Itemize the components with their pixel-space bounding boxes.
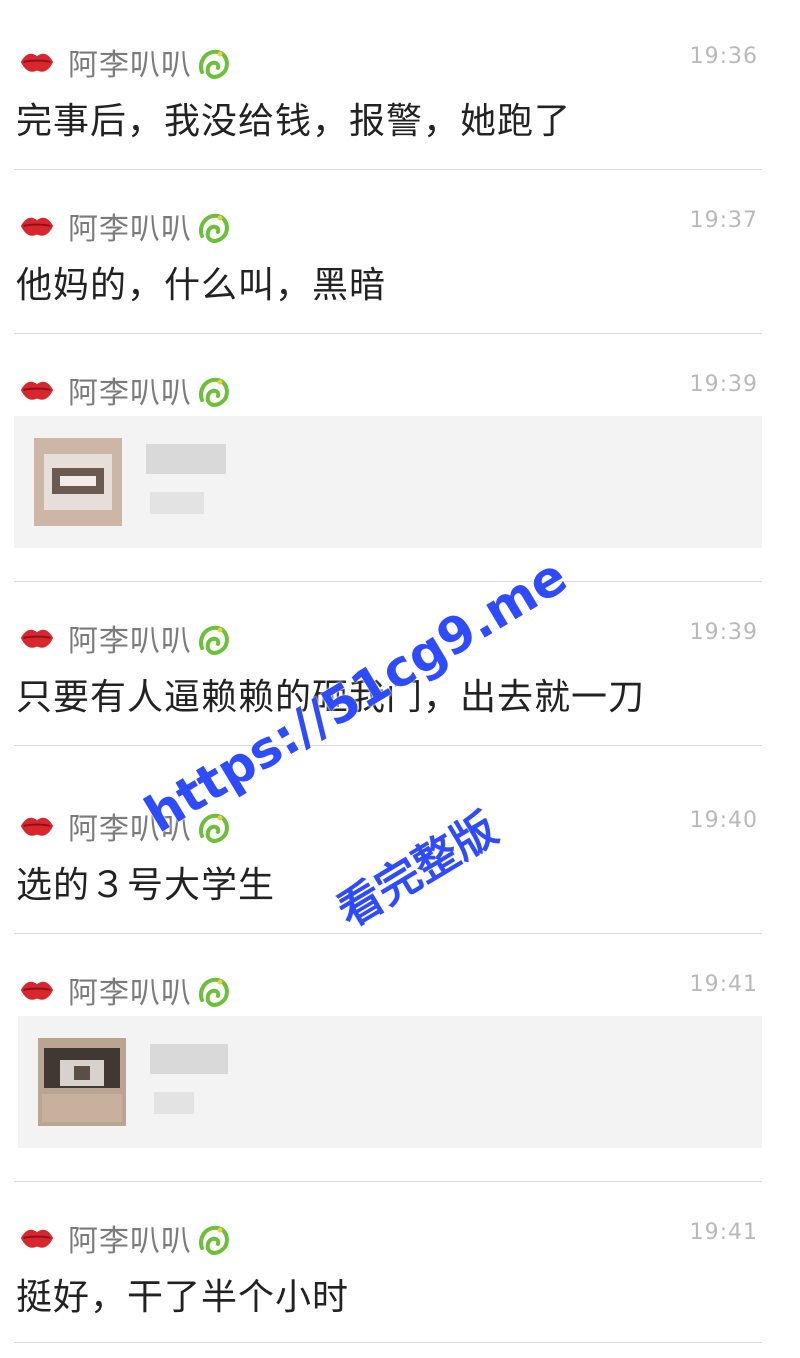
dragon-icon (199, 1225, 229, 1255)
message-time: 19:36 (689, 44, 758, 69)
message-header: 阿李叭叭 (18, 1218, 234, 1259)
card-thumbnail (34, 438, 122, 526)
sender-name: 阿李叭叭 (68, 812, 192, 847)
lips-icon (20, 381, 54, 400)
sender-name: 阿李叭叭 (68, 1224, 192, 1259)
lips-icon (20, 1229, 54, 1248)
sender-name: 阿李叭叭 (68, 48, 192, 83)
dragon-icon (199, 625, 229, 655)
shared-card[interactable] (18, 1016, 762, 1148)
lips-icon (20, 217, 54, 236)
message-item[interactable]: 阿李叭叭 19:39 (0, 334, 800, 582)
message-item[interactable]: 阿李叭叭 19:41 (0, 934, 800, 1182)
message-header: 阿李叭叭 (18, 206, 234, 247)
message-time: 19:39 (689, 620, 758, 645)
sender-name: 阿李叭叭 (68, 976, 192, 1011)
lips-icon (20, 629, 54, 648)
dragon-icon (199, 213, 229, 243)
message-text: 他妈的，什么叫，黑暗 (16, 265, 387, 306)
message-item[interactable]: 阿李叭叭 19:37 他妈的，什么叫，黑暗 (0, 170, 800, 334)
message-time: 19:41 (689, 972, 758, 997)
message-feed: 阿李叭叭 19:36 完事后，我没给钱，报警，她跑了 阿李叭叭 19:37 他妈… (0, 0, 800, 1358)
message-header: 阿李叭叭 (18, 970, 234, 1011)
dragon-icon (199, 377, 229, 407)
message-item[interactable]: 阿李叭叭 19:36 完事后，我没给钱，报警，她跑了 (0, 6, 800, 170)
message-item[interactable]: 阿李叭叭 19:40 选的３号大学生 (0, 770, 800, 934)
dragon-icon (199, 49, 229, 79)
message-text: 选的３号大学生 (16, 865, 276, 906)
blurred-title (146, 444, 226, 474)
sender-name: 阿李叭叭 (68, 376, 192, 411)
blurred-title (150, 1044, 228, 1074)
message-text: 挺好，干了半个小时 (16, 1277, 350, 1318)
dragon-icon (199, 813, 229, 843)
message-item[interactable]: 阿李叭叭 19:39 只要有人逼赖赖的砸我门，出去就一刀 (0, 582, 800, 746)
message-item[interactable]: 阿李叭叭 19:41 挺好，干了半个小时 (0, 1182, 800, 1346)
blurred-subtitle (154, 1092, 194, 1114)
card-thumbnail (38, 1038, 126, 1126)
message-header: 阿李叭叭 (18, 618, 234, 659)
divider (14, 1342, 762, 1343)
dragon-icon (199, 977, 229, 1007)
message-header: 阿李叭叭 (18, 370, 234, 411)
divider (14, 745, 762, 746)
lips-icon (20, 53, 54, 72)
message-time: 19:40 (689, 808, 758, 833)
blurred-subtitle (150, 492, 204, 514)
message-time: 19:39 (689, 372, 758, 397)
sender-name: 阿李叭叭 (68, 212, 192, 247)
shared-card[interactable] (14, 416, 762, 548)
lips-icon (20, 817, 54, 836)
message-time: 19:37 (689, 208, 758, 233)
message-time: 19:41 (689, 1220, 758, 1245)
lips-icon (20, 981, 54, 1000)
message-text: 只要有人逼赖赖的砸我门，出去就一刀 (16, 677, 646, 718)
message-header: 阿李叭叭 (18, 42, 234, 83)
message-header: 阿李叭叭 (18, 806, 234, 847)
message-text: 完事后，我没给钱，报警，她跑了 (16, 101, 572, 142)
sender-name: 阿李叭叭 (68, 624, 192, 659)
